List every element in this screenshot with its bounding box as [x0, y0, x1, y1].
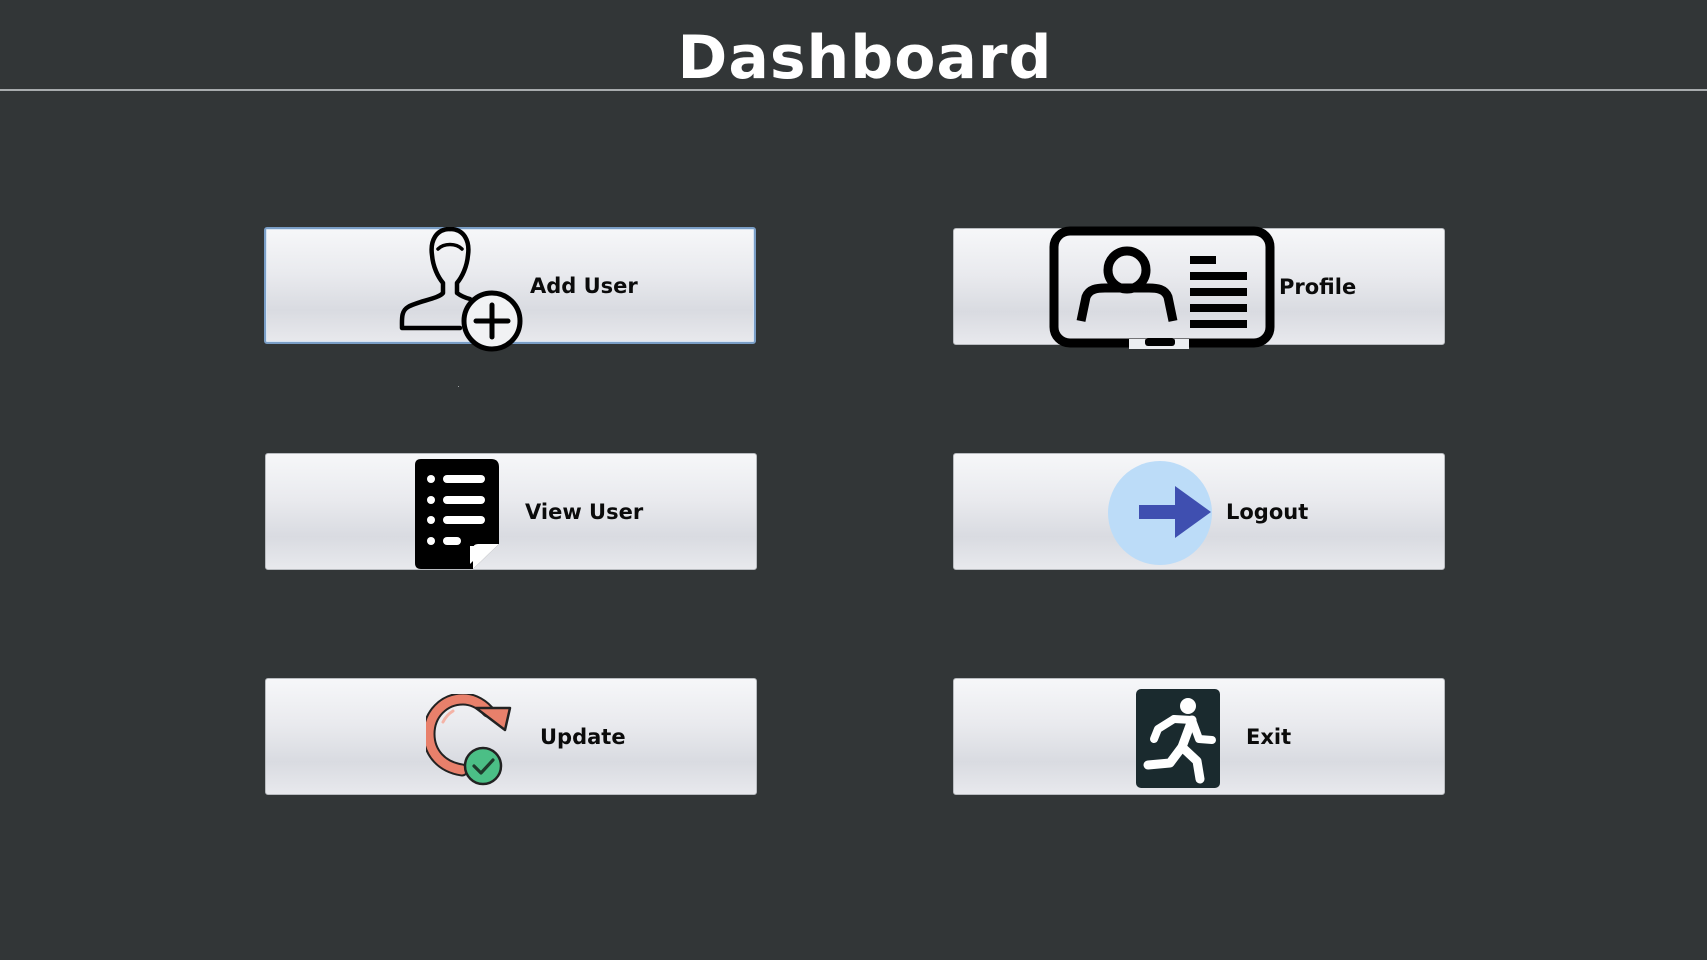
id-card-icon: [1049, 226, 1275, 350]
add-user-icon: [398, 227, 524, 353]
exit-button[interactable]: Exit: [953, 678, 1445, 795]
view-user-label: View User: [525, 499, 644, 524]
running-exit-icon: [1136, 689, 1222, 789]
view-user-button[interactable]: View User: [265, 453, 757, 570]
add-user-button[interactable]: Add User: [264, 227, 756, 352]
page-title: Dashboard: [677, 23, 1053, 93]
stray-pixel: [458, 386, 459, 387]
profile-label: Profile: [1279, 274, 1357, 299]
update-label: Update: [540, 724, 626, 749]
arrow-right-icon: [1107, 460, 1213, 566]
exit-label: Exit: [1246, 724, 1292, 749]
logout-button[interactable]: Logout: [953, 453, 1445, 570]
refresh-check-icon: [426, 694, 516, 786]
profile-button[interactable]: Profile: [953, 226, 1445, 349]
add-user-label: Add User: [530, 273, 638, 298]
title-divider: [0, 89, 1707, 91]
dashboard-window: Dashboard Add User Profile View User Log…: [0, 0, 1707, 960]
update-button[interactable]: Update: [265, 678, 757, 795]
list-document-icon: [415, 459, 501, 569]
logout-label: Logout: [1226, 499, 1309, 524]
